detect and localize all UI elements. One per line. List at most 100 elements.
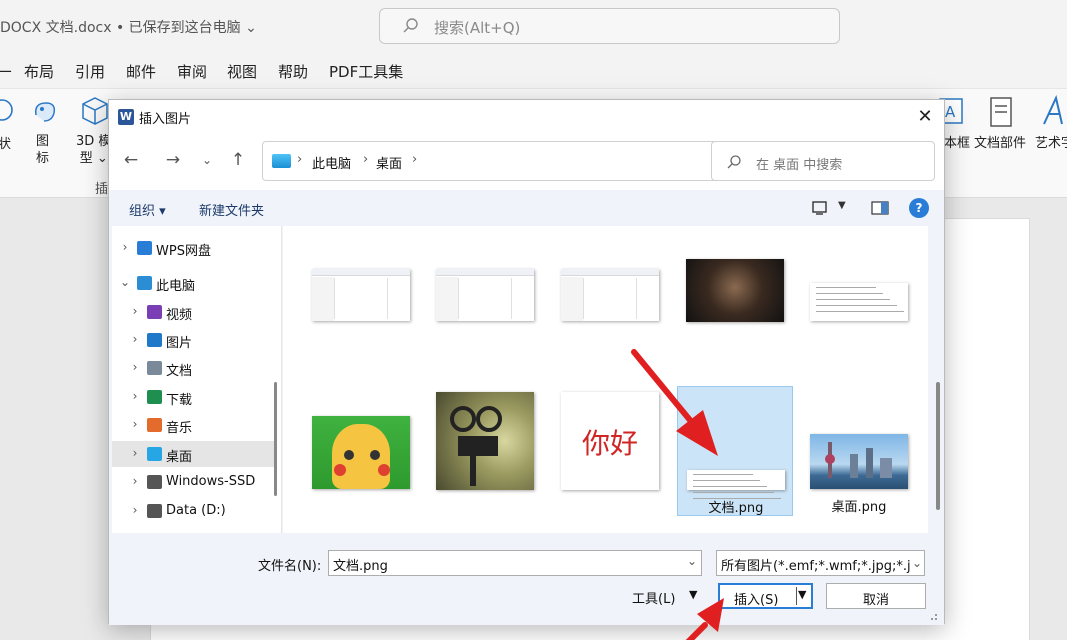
dialog-footer: 文件名(N): 文档.png ⌄ 所有图片(*.emf;*.wmf;*.jpg;…: [109, 533, 944, 625]
sidebar-item[interactable]: › 音乐: [112, 412, 277, 438]
up-icon[interactable]: ↑: [226, 150, 250, 170]
document-title[interactable]: DOCX 文档.docx • 已保存到这台电脑 ⌄: [0, 17, 257, 37]
close-icon[interactable]: ✕: [912, 104, 938, 130]
tools-button[interactable]: 工具(L): [632, 588, 675, 607]
insert-button[interactable]: 插入(S) ▼: [718, 583, 813, 609]
dialog-search-placeholder: 在 桌面 中搜索: [756, 158, 843, 173]
new-folder-button[interactable]: 新建文件夹: [199, 200, 264, 219]
computer-icon: [272, 154, 291, 168]
chevron-right-icon: ›: [363, 152, 369, 167]
tab-layout[interactable]: 布局: [24, 61, 54, 82]
sidebar-item[interactable]: › 下载: [112, 384, 277, 410]
chevron-right-icon[interactable]: ›: [412, 152, 417, 167]
tab-mailings[interactable]: 邮件: [126, 61, 156, 82]
file-item[interactable]: [677, 226, 793, 356]
file-item[interactable]: [303, 226, 419, 356]
file-type-select[interactable]: 所有图片(*.emf;*.wmf;*.jpg;*.j ⌄: [716, 550, 925, 576]
file-thumbnail: [436, 269, 534, 321]
file-item[interactable]: [801, 226, 917, 356]
tab-help[interactable]: 帮助: [278, 61, 308, 82]
caret-down-icon[interactable]: ▼: [689, 588, 697, 601]
icons-icon: [34, 102, 56, 122]
ribbon-textbox-label[interactable]: 本框: [944, 132, 970, 151]
sidebar-item-label: 下载: [166, 393, 193, 408]
chevron-right-icon[interactable]: ›: [119, 240, 131, 254]
chevron-right-icon[interactable]: ›: [129, 446, 141, 460]
resize-grip-icon[interactable]: [926, 609, 938, 621]
tab-references[interactable]: 引用: [75, 61, 105, 82]
recent-locations-icon[interactable]: ⌄: [195, 153, 219, 167]
chevron-right-icon[interactable]: ›: [129, 332, 141, 346]
computer-icon: [137, 276, 152, 290]
filename-input[interactable]: 文档.png ⌄: [328, 550, 702, 576]
chevron-down-icon[interactable]: ⌄: [687, 554, 697, 568]
chevron-right-icon[interactable]: ›: [129, 360, 141, 374]
sidebar-item[interactable]: › 图片: [112, 327, 277, 353]
dialog-toolbar: 组织 ▾ 新建文件夹 ▼ ?: [109, 190, 944, 226]
breadcrumb-this-pc[interactable]: 此电脑: [312, 153, 351, 172]
ribbon-quick-parts-label[interactable]: 文档部件: [974, 132, 1026, 151]
file-list-scrollbar[interactable]: [936, 382, 940, 510]
dialog-search-input[interactable]: 在 桌面 中搜索: [711, 141, 935, 181]
file-item[interactable]: [552, 226, 668, 356]
chevron-right-icon[interactable]: ›: [129, 474, 141, 488]
file-thumbnail: [810, 283, 908, 321]
sidebar-item[interactable]: › Windows-SSD: [112, 469, 277, 495]
ribbon-wordart-label[interactable]: 艺术字: [1035, 132, 1067, 151]
organize-button[interactable]: 组织 ▾: [129, 200, 166, 219]
sidebar-item-label: 视频: [166, 308, 193, 323]
caret-down-icon[interactable]: ▼: [798, 588, 806, 601]
word-search-box[interactable]: 搜索(Alt+Q): [379, 8, 840, 44]
file-item[interactable]: [427, 226, 543, 356]
breadcrumb-desktop[interactable]: 桌面: [376, 153, 402, 172]
preview-pane-icon[interactable]: [871, 201, 889, 215]
forward-icon[interactable]: →: [161, 150, 185, 170]
file-type-value: 所有图片(*.emf;*.wmf;*.jpg;*.j: [721, 559, 911, 574]
help-icon[interactable]: ?: [909, 198, 929, 218]
file-item[interactable]: 文档.png: [677, 386, 793, 516]
navigation-pane-scrollbar[interactable]: [274, 382, 277, 496]
file-thumbnail: [436, 392, 534, 490]
tab-review[interactable]: 审阅: [177, 61, 207, 82]
file-item[interactable]: 桌面.png: [801, 386, 917, 516]
sidebar-item-label: 音乐: [166, 421, 193, 436]
chevron-right-icon[interactable]: ›: [129, 304, 141, 318]
file-item[interactable]: 你好: [552, 386, 668, 516]
chevron-right-icon[interactable]: ›: [129, 503, 141, 517]
cancel-button[interactable]: 取消: [826, 583, 926, 609]
ribbon-icons-label[interactable]: 图 标: [36, 133, 49, 167]
file-thumbnail: [312, 416, 410, 489]
tab-pdf-tools[interactable]: PDF工具集: [329, 61, 403, 82]
insert-picture-dialog: W 插入图片 ✕ ← → ⌄ ↑ › 此电脑 › 桌面 › ⌄ ↻ 在 桌面 中…: [108, 99, 945, 625]
thumbnail-text: 你好: [581, 427, 638, 460]
chevron-down-icon[interactable]: ⌄: [119, 275, 131, 289]
ribbon-3d-label[interactable]: 3D 模 型 ⌄: [76, 133, 111, 167]
view-dropdown-icon[interactable]: ▼: [838, 200, 846, 211]
ribbon-shapes-label[interactable]: 状: [0, 133, 11, 152]
file-thumbnail: [561, 269, 659, 321]
navigation-pane: › WPS网盘 ⌄ 此电脑 › 视频 › 图片 › 文档 › 下载 › 音乐 › 桌面 › Windows-SSD…: [112, 226, 282, 533]
svg-text:A: A: [945, 103, 956, 121]
chevron-right-icon[interactable]: ›: [129, 417, 141, 431]
tab-partial[interactable]: ㄧ: [0, 61, 13, 82]
quick-parts-icon: [990, 97, 1012, 127]
file-thumbnail: [312, 269, 410, 321]
sidebar-item[interactable]: › WPS网盘: [112, 235, 277, 261]
file-item[interactable]: [427, 386, 543, 516]
sidebar-item[interactable]: ⌄ 此电脑: [112, 270, 277, 296]
sidebar-item-label: 文档: [166, 364, 193, 379]
sidebar-item[interactable]: › 桌面: [112, 441, 277, 467]
back-icon[interactable]: ←: [119, 150, 143, 170]
view-mode-icon[interactable]: [812, 201, 828, 215]
file-item[interactable]: [303, 386, 419, 516]
tab-view[interactable]: 视图: [227, 61, 257, 82]
cancel-label: 取消: [862, 593, 889, 608]
sidebar-item[interactable]: › 视频: [112, 299, 277, 325]
sidebar-item[interactable]: › Data (D:): [112, 498, 277, 524]
pictures-icon: [147, 333, 162, 347]
sidebar-item[interactable]: › 文档: [112, 355, 277, 381]
word-title-bar: DOCX 文档.docx • 已保存到这台电脑 ⌄ 搜索(Alt+Q): [0, 0, 1067, 52]
chevron-right-icon[interactable]: ›: [129, 389, 141, 403]
search-icon: [727, 155, 741, 169]
insert-label: 插入(S): [734, 593, 779, 608]
